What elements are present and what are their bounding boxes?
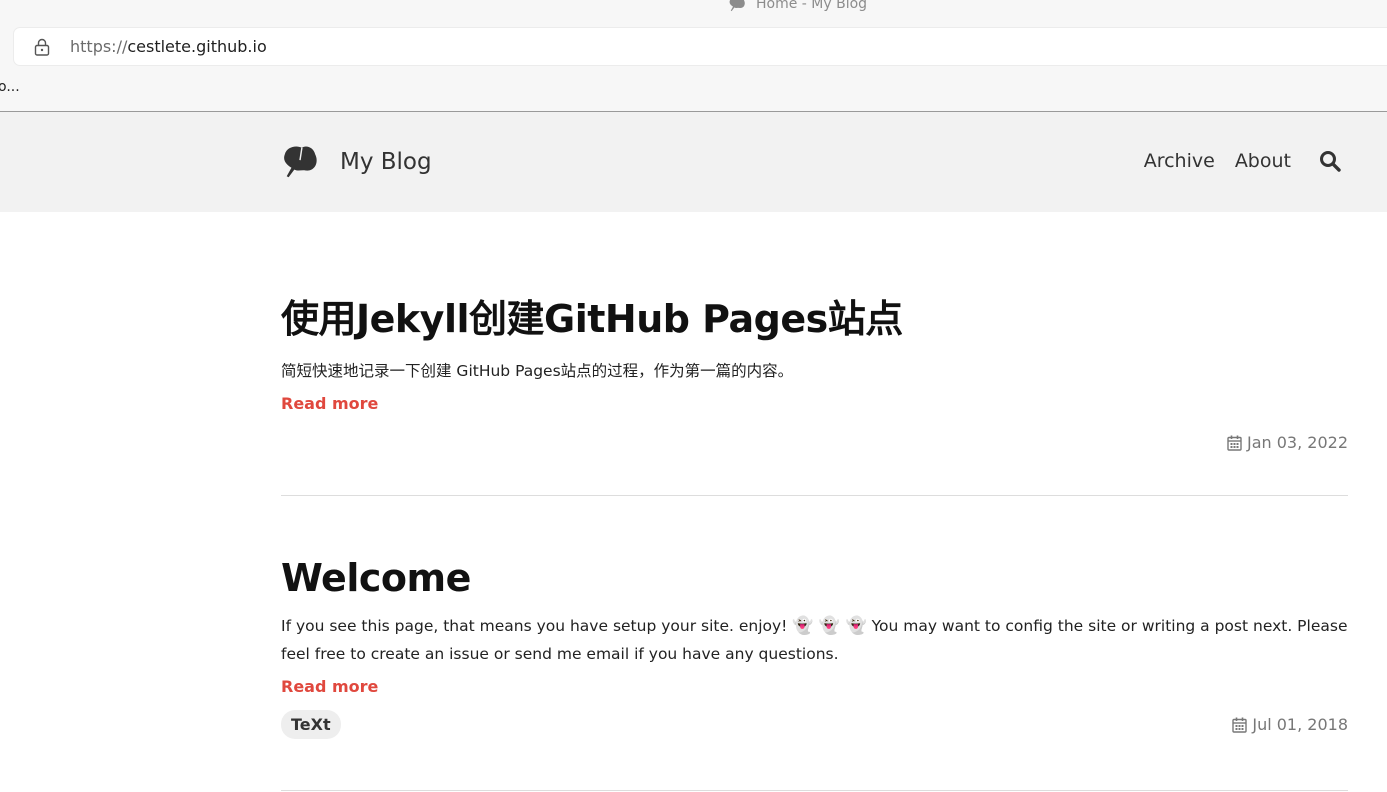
- calendar-icon: [1232, 717, 1248, 733]
- post-item: Welcome If you see this page, that means…: [281, 496, 1348, 791]
- post-date-text: Jul 01, 2018: [1252, 715, 1348, 734]
- url-text: https://cestlete.github.io: [70, 37, 267, 56]
- post-excerpt: If you see this page, that means you hav…: [281, 612, 1348, 668]
- post-excerpt-text: If you see this page, that means you hav…: [281, 617, 788, 635]
- url-host: cestlete.github.io: [127, 37, 267, 56]
- ghost-emoji: 👻 👻 👻: [792, 616, 867, 636]
- ginkgo-leaf-icon: [284, 146, 317, 178]
- tab-title-text: Home - My Blog: [756, 0, 868, 12]
- browser-tab[interactable]: Home - My Blog: [728, 0, 867, 12]
- post-list: 使用Jekyll创建GitHub Pages站点 简短快速地记录一下创建 Git…: [281, 212, 1348, 791]
- main-nav: Archive About: [1124, 150, 1341, 172]
- post-date: Jul 01, 2018: [1232, 715, 1348, 734]
- post-item: 使用Jekyll创建GitHub Pages站点 简短快速地记录一下创建 Git…: [281, 212, 1348, 496]
- nav-archive-link[interactable]: Archive: [1144, 150, 1215, 172]
- post-date: Jan 03, 2022: [1227, 433, 1348, 452]
- browser-chrome: Home - My Blog https://cestlete.github.i…: [0, 0, 1387, 112]
- search-icon[interactable]: [1319, 150, 1341, 172]
- post-meta: Jan 03, 2022: [281, 433, 1348, 452]
- calendar-icon: [1227, 435, 1242, 451]
- address-bar[interactable]: https://cestlete.github.io: [14, 28, 1387, 65]
- nav-about-link[interactable]: About: [1235, 150, 1291, 172]
- post-excerpt: 简短快速地记录一下创建 GitHub Pages站点的过程，作为第一篇的内容。: [281, 362, 794, 380]
- url-scheme: https://: [70, 37, 128, 56]
- status-text: o...: [0, 79, 20, 95]
- site-header: My Blog Archive About: [0, 112, 1387, 212]
- site-title: My Blog: [340, 149, 432, 175]
- read-more-link[interactable]: Read more: [281, 394, 378, 413]
- read-more-link[interactable]: Read more: [281, 677, 378, 696]
- site-brand-link[interactable]: My Blog: [281, 144, 432, 180]
- post-title-link[interactable]: 使用Jekyll创建GitHub Pages站点: [281, 288, 1348, 343]
- lock-icon: [34, 38, 50, 56]
- post-title-link[interactable]: Welcome: [281, 556, 1348, 600]
- tag-badge[interactable]: TeXt: [281, 710, 341, 739]
- post-date-text: Jan 03, 2022: [1247, 433, 1348, 452]
- post-meta: TeXt Jul 01, 2018: [281, 710, 1348, 739]
- tab-favicon-icon: [729, 0, 745, 12]
